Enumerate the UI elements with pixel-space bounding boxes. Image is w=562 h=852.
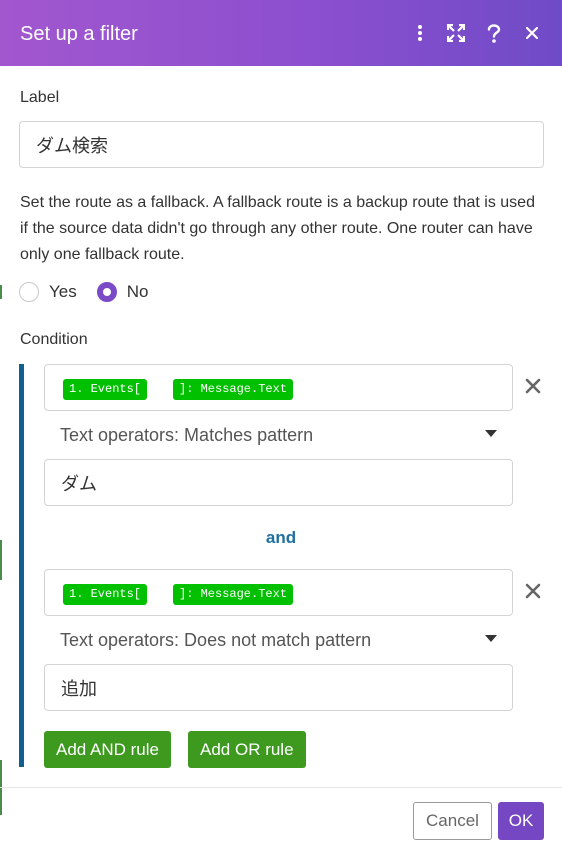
add-or-rule-button[interactable]: Add OR rule (188, 731, 306, 768)
fallback-no-label: No (126, 282, 149, 301)
more-vertical-icon[interactable] (407, 20, 433, 46)
label-input[interactable]: ダム検索 (19, 121, 544, 168)
chevron-down-icon[interactable] (485, 635, 497, 642)
variable-pill[interactable]: ]: Message.Text (173, 379, 294, 400)
close-icon[interactable] (519, 20, 545, 46)
fallback-radio-group: Yes No (19, 281, 168, 303)
variable-pill[interactable]: ]: Message.Text (173, 584, 294, 605)
operator-select[interactable]: Text operators: Matches pattern (60, 424, 313, 446)
fallback-yes-radio[interactable] (19, 282, 39, 302)
fallback-yes-label: Yes (49, 282, 77, 301)
condition-value-input[interactable]: 追加 (44, 664, 513, 711)
dialog-title: Set up a filter (20, 23, 138, 45)
remove-rule-icon[interactable] (524, 377, 544, 397)
operator-select[interactable]: Text operators: Does not match pattern (60, 629, 371, 651)
expand-icon[interactable] (443, 20, 469, 46)
background-edge (0, 285, 2, 299)
label-field-label: Label (20, 89, 60, 106)
chevron-down-icon[interactable] (485, 430, 497, 437)
condition-group-bar (19, 364, 24, 767)
footer-divider (0, 787, 562, 788)
fallback-no-radio[interactable] (96, 282, 117, 302)
variable-pill[interactable]: 1. Events[ (63, 379, 148, 400)
help-icon[interactable] (481, 20, 507, 46)
remove-rule-icon[interactable] (524, 582, 544, 602)
and-joiner-label: and (265, 528, 297, 547)
add-and-rule-button[interactable]: Add AND rule (44, 731, 171, 768)
condition-operand-field[interactable]: 1. Events[ ]: Message.Text (44, 364, 513, 411)
cancel-button[interactable]: Cancel (413, 802, 492, 840)
variable-pill[interactable]: 1. Events[ (63, 584, 148, 605)
fallback-description: Set the route as a fallback. A fallback … (20, 194, 535, 263)
condition-value-input[interactable]: ダム (44, 459, 513, 506)
dialog-header: Set up a filter (0, 0, 562, 66)
condition-operand-field[interactable]: 1. Events[ ]: Message.Text (44, 569, 513, 616)
condition-label: Condition (20, 331, 88, 348)
ok-button[interactable]: OK (498, 802, 544, 840)
